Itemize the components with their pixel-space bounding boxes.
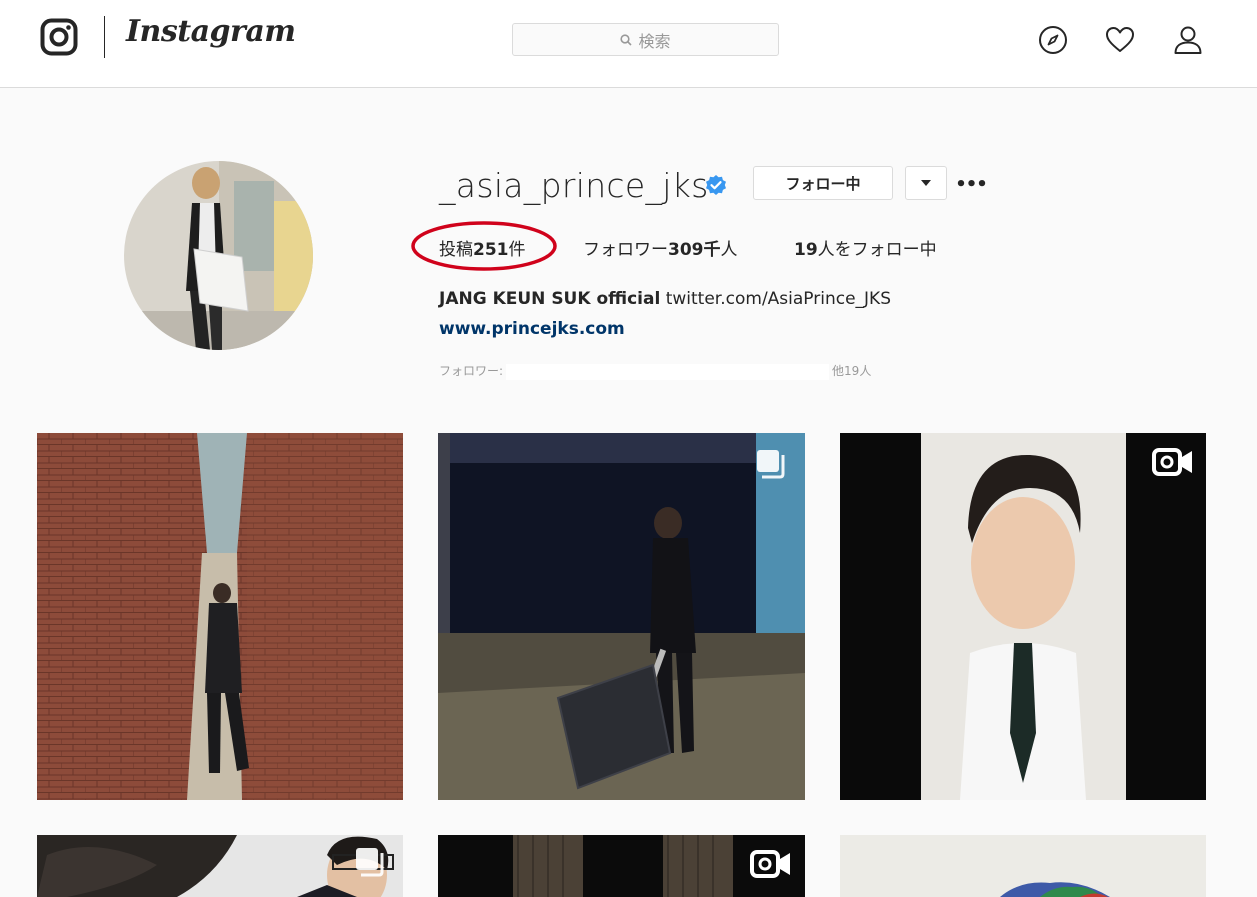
avatar-photo: [124, 161, 313, 350]
post-studio-portrait[interactable]: [37, 835, 403, 897]
post-photo: [840, 835, 1206, 897]
caret-down-icon: [921, 180, 931, 186]
suggestions-dropdown-button[interactable]: [905, 166, 947, 200]
followed-by-line[interactable]: フォロワー: 他19人: [439, 362, 871, 380]
post-warehouse-suitcase[interactable]: [438, 433, 805, 800]
multiple-photos-icon: [356, 848, 384, 877]
bio-full-name: JANG KEUN SUK official: [439, 289, 661, 309]
video-icon: [1152, 448, 1192, 476]
user-icon[interactable]: [1172, 24, 1204, 56]
profile-username: _asia_prince_jks: [439, 166, 709, 205]
post-brick-alley[interactable]: [37, 433, 403, 800]
post-light-photo[interactable]: [840, 835, 1206, 897]
profile-website-link[interactable]: www.princejks.com: [439, 319, 625, 339]
post-photo: [840, 433, 1206, 800]
followed-by-label: フォロワー:: [439, 364, 504, 378]
red-circle-annotation: [411, 221, 557, 271]
post-photo: [438, 433, 805, 800]
verified-badge-icon: [706, 175, 726, 195]
followers-count[interactable]: フォロワー309千人: [583, 235, 738, 260]
instagram-logo-icon[interactable]: [40, 18, 78, 56]
post-dark-video[interactable]: [438, 835, 805, 897]
followers-number: 309千: [668, 240, 721, 260]
profile-avatar[interactable]: [124, 161, 313, 350]
search-placeholder: 検索: [638, 31, 671, 51]
more-options-icon[interactable]: •••: [955, 173, 988, 195]
bio-text: twitter.com/AsiaPrince_JKS: [665, 289, 891, 309]
following-number: 19: [794, 240, 818, 260]
search-input[interactable]: 検索: [512, 23, 779, 56]
followed-by-more: 他19人: [832, 364, 872, 378]
multiple-photos-icon: [757, 450, 785, 479]
followers-suffix: 人: [720, 240, 738, 260]
video-icon: [750, 850, 790, 878]
logo-divider: [104, 16, 105, 58]
compass-icon[interactable]: [1037, 24, 1069, 56]
following-suffix: 人をフォロー中: [817, 240, 937, 260]
following-button[interactable]: フォロー中: [753, 166, 893, 200]
post-video-selfie[interactable]: [840, 433, 1206, 800]
instagram-wordmark[interactable]: Instagram: [126, 14, 296, 49]
search-icon: [620, 33, 633, 46]
post-photo: [37, 433, 403, 800]
profile-bio: JANG KEUN SUK official twitter.com/AsiaP…: [439, 289, 891, 309]
following-count[interactable]: 19人をフォロー中: [794, 235, 937, 260]
heart-icon[interactable]: [1104, 24, 1136, 56]
followers-label: フォロワー: [583, 240, 668, 260]
top-navigation-bar: Instagram 検索: [0, 0, 1257, 88]
post-photo: [37, 835, 403, 897]
redacted-follower-names: [506, 363, 830, 380]
